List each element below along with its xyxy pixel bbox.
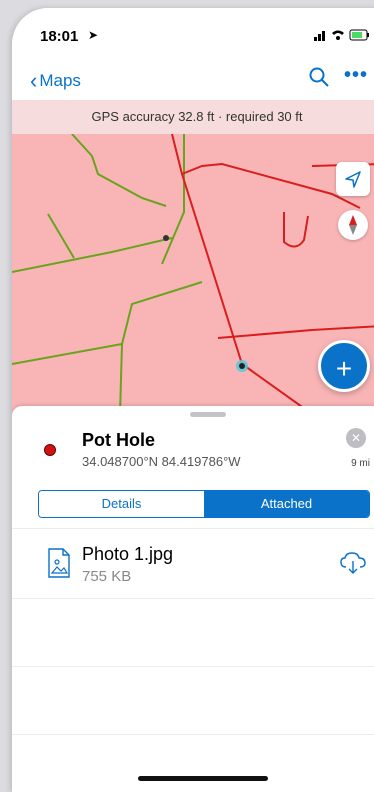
home-indicator[interactable] [138, 776, 268, 781]
back-label: Maps [39, 71, 81, 90]
road-green [161, 134, 185, 265]
selected-point [239, 363, 245, 369]
cloud-download-icon[interactable] [340, 552, 366, 574]
chevron-left-icon: ‹ [30, 68, 38, 93]
road-green [12, 281, 203, 365]
divider [12, 598, 374, 599]
close-icon[interactable]: ✕ [346, 428, 366, 448]
location-arrow-icon: ➤ [88, 28, 99, 42]
gps-accuracy-banner: GPS accuracy 32.8 ft · required 30 ft [12, 100, 374, 135]
map-view[interactable]: + [12, 134, 374, 414]
tab-details[interactable]: Details [39, 491, 204, 517]
add-feature-button[interactable]: + [318, 340, 370, 392]
phone-screen: 18:01 ➤ ‹ Maps ••• GPS accuracy 32.8 ft … [12, 8, 374, 792]
compass-icon [349, 215, 357, 235]
road-red [181, 162, 361, 209]
road-red [283, 212, 309, 248]
segmented-control: Details Attached [38, 490, 370, 518]
divider [12, 734, 374, 735]
status-icons [314, 28, 370, 45]
road-green [71, 134, 167, 207]
feature-title: Pot Hole [82, 430, 156, 450]
road-green [119, 343, 123, 414]
search-icon[interactable] [308, 66, 330, 88]
divider [12, 528, 374, 529]
divider [12, 666, 374, 667]
road-green [12, 237, 173, 273]
device-frame: 18:01 ➤ ‹ Maps ••• GPS accuracy 32.8 ft … [0, 0, 374, 792]
map-point [163, 235, 169, 241]
feature-distance: 9 mi [351, 458, 370, 469]
road-green [47, 213, 75, 259]
status-time: 18:01 [40, 28, 79, 45]
feature-sheet: Pot Hole 34.048700°N 84.419786°W ✕ 9 mi … [12, 406, 374, 792]
compass-button[interactable] [338, 210, 368, 240]
signal-wifi-battery-icon [314, 29, 369, 41]
navigation-bar: ‹ Maps ••• [12, 60, 374, 94]
locate-arrow-icon [345, 171, 361, 188]
locate-button[interactable] [336, 162, 370, 196]
attachment-name: Photo 1.jpg [82, 544, 174, 564]
status-bar: 18:01 ➤ [12, 8, 374, 56]
feature-marker-icon [44, 444, 56, 456]
image-file-icon [48, 548, 70, 578]
road-red [217, 325, 374, 339]
tab-attached[interactable]: Attached [204, 491, 369, 517]
sheet-grabber[interactable] [190, 412, 226, 417]
more-icon[interactable]: ••• [344, 64, 368, 87]
feature-coordinates: 34.048700°N 84.419786°W [82, 454, 241, 469]
attachment-size: 755 KB [82, 568, 132, 585]
back-button[interactable]: ‹ Maps [30, 66, 81, 93]
